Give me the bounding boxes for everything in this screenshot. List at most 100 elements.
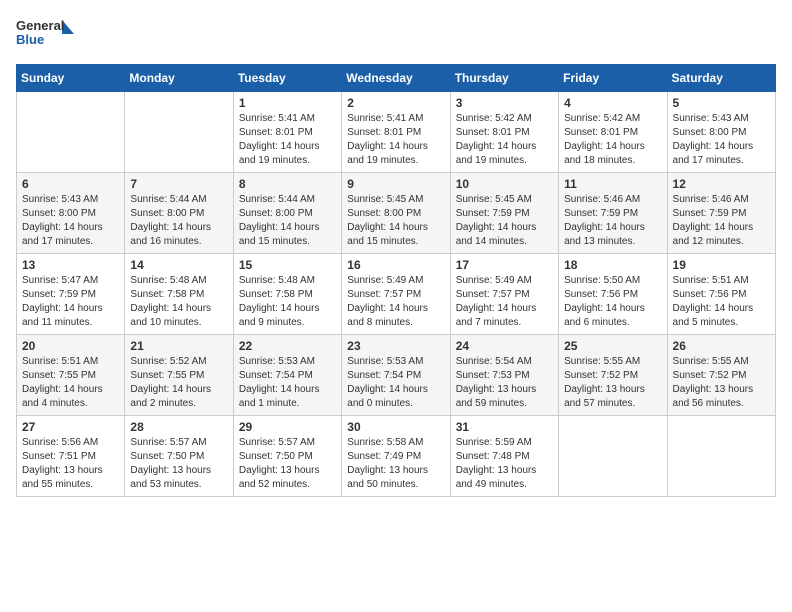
day-number: 2: [347, 96, 444, 110]
day-number: 5: [673, 96, 770, 110]
weekday-header-monday: Monday: [125, 65, 233, 92]
logo-svg: GeneralBlue: [16, 16, 76, 52]
calendar-week-row: 13Sunrise: 5:47 AM Sunset: 7:59 PM Dayli…: [17, 254, 776, 335]
calendar-cell: 23 Sunrise: 5:53 AM Sunset: 7:54 PM Dayli…: [342, 335, 450, 416]
day-number: 15: [239, 258, 336, 272]
weekday-header-row: SundayMondayTuesdayWednesdayThursdayFrid…: [17, 65, 776, 92]
day-info: Sunrise: 5:52 AM Sunset: 7:55 PM Dayligh…: [130, 355, 227, 411]
day-info: Sunrise: 5:44 AM Sunset: 8:00 PM Dayligh…: [130, 193, 227, 249]
day-number: 10: [456, 177, 553, 191]
calendar-cell: 16 Sunrise: 5:49 AM Sunset: 7:57 PM Dayli…: [342, 254, 450, 335]
calendar-week-row: 1 Sunrise: 5:41 AM Sunset: 8:01 PM Daylig…: [17, 92, 776, 173]
day-info: Sunrise: 5:49 AM Sunset: 7:57 PM Dayligh…: [347, 274, 444, 330]
calendar-cell: 18 Sunrise: 5:50 AM Sunset: 7:56 PM Dayli…: [559, 254, 667, 335]
calendar-cell: 13Sunrise: 5:47 AM Sunset: 7:59 PM Dayli…: [17, 254, 125, 335]
day-info: Sunrise: 5:41 AM Sunset: 8:01 PM Dayligh…: [239, 112, 336, 168]
day-info: Sunrise: 5:53 AM Sunset: 7:54 PM Dayligh…: [347, 355, 444, 411]
day-number: 12: [673, 177, 770, 191]
day-number: 16: [347, 258, 444, 272]
calendar-cell: 6 Sunrise: 5:43 AM Sunset: 8:00 PM Daylig…: [17, 173, 125, 254]
calendar-cell: 15 Sunrise: 5:48 AM Sunset: 7:58 PM Dayli…: [233, 254, 341, 335]
calendar-cell: 22Sunrise: 5:53 AM Sunset: 7:54 PM Dayli…: [233, 335, 341, 416]
day-info: Sunrise: 5:55 AM Sunset: 7:52 PM Dayligh…: [564, 355, 661, 411]
day-number: 4: [564, 96, 661, 110]
day-number: 3: [456, 96, 553, 110]
calendar-cell: 26 Sunrise: 5:55 AM Sunset: 7:52 PM Dayli…: [667, 335, 775, 416]
calendar-cell: [667, 416, 775, 497]
calendar-cell: 25 Sunrise: 5:55 AM Sunset: 7:52 PM Dayli…: [559, 335, 667, 416]
calendar-cell: 30 Sunrise: 5:58 AM Sunset: 7:49 PM Dayli…: [342, 416, 450, 497]
calendar-cell: [17, 92, 125, 173]
day-info: Sunrise: 5:58 AM Sunset: 7:49 PM Dayligh…: [347, 436, 444, 492]
day-info: Sunrise: 5:56 AM Sunset: 7:51 PM Dayligh…: [22, 436, 119, 492]
day-info: Sunrise: 5:59 AM Sunset: 7:48 PM Dayligh…: [456, 436, 553, 492]
calendar-cell: 29 Sunrise: 5:57 AM Sunset: 7:50 PM Dayli…: [233, 416, 341, 497]
day-info: Sunrise: 5:44 AM Sunset: 8:00 PM Dayligh…: [239, 193, 336, 249]
day-info: Sunrise: 5:46 AM Sunset: 7:59 PM Dayligh…: [673, 193, 770, 249]
day-number: 7: [130, 177, 227, 191]
day-info: Sunrise: 5:51 AM Sunset: 7:55 PM Dayligh…: [22, 355, 119, 411]
day-info: Sunrise: 5:43 AM Sunset: 8:00 PM Dayligh…: [673, 112, 770, 168]
day-info: Sunrise: 5:42 AM Sunset: 8:01 PM Dayligh…: [564, 112, 661, 168]
weekday-header-tuesday: Tuesday: [233, 65, 341, 92]
day-number: 20: [22, 339, 119, 353]
day-number: 26: [673, 339, 770, 353]
calendar-cell: 14 Sunrise: 5:48 AM Sunset: 7:58 PM Dayli…: [125, 254, 233, 335]
calendar-cell: 2 Sunrise: 5:41 AM Sunset: 8:01 PM Daylig…: [342, 92, 450, 173]
calendar-cell: 4 Sunrise: 5:42 AM Sunset: 8:01 PM Daylig…: [559, 92, 667, 173]
calendar-cell: [125, 92, 233, 173]
calendar-cell: 11Sunrise: 5:46 AM Sunset: 7:59 PM Dayli…: [559, 173, 667, 254]
calendar-cell: 20 Sunrise: 5:51 AM Sunset: 7:55 PM Dayli…: [17, 335, 125, 416]
day-number: 25: [564, 339, 661, 353]
weekday-header-friday: Friday: [559, 65, 667, 92]
day-number: 29: [239, 420, 336, 434]
day-number: 23: [347, 339, 444, 353]
logo: GeneralBlue: [16, 16, 76, 52]
calendar-cell: 5 Sunrise: 5:43 AM Sunset: 8:00 PM Daylig…: [667, 92, 775, 173]
day-number: 31: [456, 420, 553, 434]
day-info: Sunrise: 5:55 AM Sunset: 7:52 PM Dayligh…: [673, 355, 770, 411]
day-info: Sunrise: 5:42 AM Sunset: 8:01 PM Dayligh…: [456, 112, 553, 168]
day-number: 11: [564, 177, 661, 191]
calendar-cell: 9Sunrise: 5:45 AM Sunset: 8:00 PM Daylig…: [342, 173, 450, 254]
weekday-header-saturday: Saturday: [667, 65, 775, 92]
day-number: 17: [456, 258, 553, 272]
weekday-header-sunday: Sunday: [17, 65, 125, 92]
calendar-cell: 10 Sunrise: 5:45 AM Sunset: 7:59 PM Dayli…: [450, 173, 558, 254]
calendar-cell: 17 Sunrise: 5:49 AM Sunset: 7:57 PM Dayli…: [450, 254, 558, 335]
day-number: 28: [130, 420, 227, 434]
day-info: Sunrise: 5:48 AM Sunset: 7:58 PM Dayligh…: [130, 274, 227, 330]
day-number: 19: [673, 258, 770, 272]
day-number: 6: [22, 177, 119, 191]
weekday-header-thursday: Thursday: [450, 65, 558, 92]
day-info: Sunrise: 5:48 AM Sunset: 7:58 PM Dayligh…: [239, 274, 336, 330]
svg-text:Blue: Blue: [16, 32, 44, 47]
day-info: Sunrise: 5:49 AM Sunset: 7:57 PM Dayligh…: [456, 274, 553, 330]
calendar-cell: 3 Sunrise: 5:42 AM Sunset: 8:01 PM Daylig…: [450, 92, 558, 173]
day-info: Sunrise: 5:53 AM Sunset: 7:54 PM Dayligh…: [239, 355, 336, 411]
calendar-cell: 21Sunrise: 5:52 AM Sunset: 7:55 PM Dayli…: [125, 335, 233, 416]
day-info: Sunrise: 5:51 AM Sunset: 7:56 PM Dayligh…: [673, 274, 770, 330]
calendar-cell: 28Sunrise: 5:57 AM Sunset: 7:50 PM Dayli…: [125, 416, 233, 497]
day-number: 30: [347, 420, 444, 434]
day-number: 1: [239, 96, 336, 110]
page-header: GeneralBlue: [16, 16, 776, 52]
day-number: 8: [239, 177, 336, 191]
calendar-week-row: 6 Sunrise: 5:43 AM Sunset: 8:00 PM Daylig…: [17, 173, 776, 254]
day-info: Sunrise: 5:43 AM Sunset: 8:00 PM Dayligh…: [22, 193, 119, 249]
day-number: 18: [564, 258, 661, 272]
day-info: Sunrise: 5:41 AM Sunset: 8:01 PM Dayligh…: [347, 112, 444, 168]
calendar-week-row: 27Sunrise: 5:56 AM Sunset: 7:51 PM Dayli…: [17, 416, 776, 497]
calendar-cell: 1 Sunrise: 5:41 AM Sunset: 8:01 PM Daylig…: [233, 92, 341, 173]
day-info: Sunrise: 5:45 AM Sunset: 7:59 PM Dayligh…: [456, 193, 553, 249]
day-number: 14: [130, 258, 227, 272]
day-number: 13: [22, 258, 119, 272]
day-info: Sunrise: 5:50 AM Sunset: 7:56 PM Dayligh…: [564, 274, 661, 330]
day-info: Sunrise: 5:54 AM Sunset: 7:53 PM Dayligh…: [456, 355, 553, 411]
svg-text:General: General: [16, 18, 64, 33]
calendar-cell: 31 Sunrise: 5:59 AM Sunset: 7:48 PM Dayli…: [450, 416, 558, 497]
calendar-cell: 27Sunrise: 5:56 AM Sunset: 7:51 PM Dayli…: [17, 416, 125, 497]
calendar-cell: 12 Sunrise: 5:46 AM Sunset: 7:59 PM Dayli…: [667, 173, 775, 254]
calendar-table: SundayMondayTuesdayWednesdayThursdayFrid…: [16, 64, 776, 497]
day-info: Sunrise: 5:57 AM Sunset: 7:50 PM Dayligh…: [239, 436, 336, 492]
